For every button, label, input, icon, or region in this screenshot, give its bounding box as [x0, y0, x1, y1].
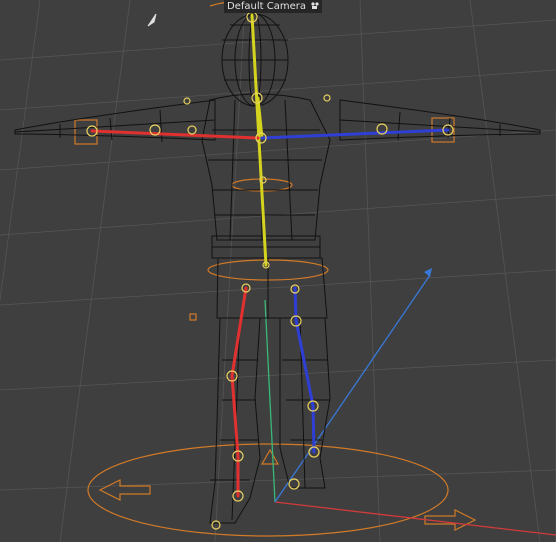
skeleton[interactable]	[90, 13, 450, 498]
camera-label: Default Camera	[227, 1, 306, 12]
camera-icon	[311, 2, 319, 9]
cursor-icon	[147, 13, 157, 27]
camera-selector[interactable]: Default Camera	[224, 0, 323, 13]
scene-canvas[interactable]	[0, 0, 556, 542]
world-axes	[264, 268, 556, 536]
3d-viewport[interactable]: Default Camera	[0, 0, 556, 542]
floor-grid	[0, 0, 556, 542]
transform-manipulator[interactable]	[74, 0, 477, 537]
spine-bone	[250, 13, 268, 267]
left-leg-bone	[230, 286, 248, 378]
left-arm-bone	[90, 129, 260, 140]
